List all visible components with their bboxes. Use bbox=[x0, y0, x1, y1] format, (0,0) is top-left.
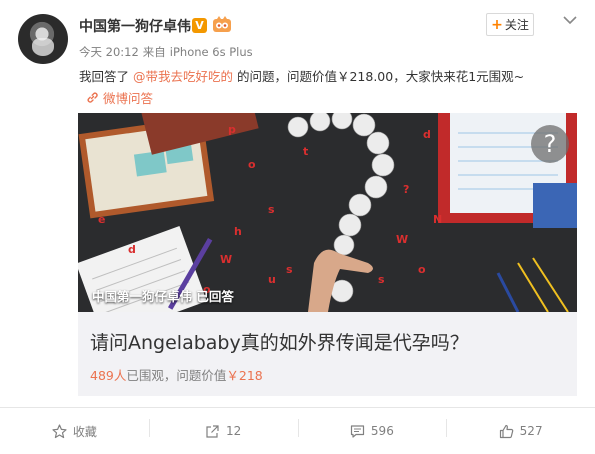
star-icon bbox=[52, 423, 67, 438]
question-card[interactable]: pos hWo t? W osN sed ud ? 中国第一狗仔卓伟 已回答 请问… bbox=[78, 113, 577, 396]
svg-text:s: s bbox=[286, 263, 293, 276]
question-title[interactable]: 请问Angelababy真的如外界传闻是代孕吗？ bbox=[90, 328, 469, 355]
svg-text:W: W bbox=[396, 233, 408, 246]
chevron-down-icon[interactable] bbox=[563, 15, 577, 25]
post-text-after: 的问题，问题价值￥218.00，大家快来花1元围观~ bbox=[233, 69, 525, 84]
svg-text:N: N bbox=[433, 213, 442, 226]
svg-text:o: o bbox=[248, 158, 256, 171]
username[interactable]: 中国第一狗仔卓伟 bbox=[79, 16, 191, 36]
svg-text:d: d bbox=[423, 128, 431, 141]
post-text: 我回答了 @带我去吃好吃的 的问题，问题价值￥218.00，大家快来花1元围观~ bbox=[79, 66, 524, 85]
viewer-suffix: 已围观，问题价值 bbox=[126, 368, 227, 383]
user-level-icon bbox=[213, 16, 231, 32]
svg-text:d: d bbox=[128, 243, 136, 256]
svg-text:e: e bbox=[98, 213, 105, 226]
vip-badge: V bbox=[192, 18, 207, 33]
post-time[interactable]: 今天 20:12 bbox=[79, 45, 139, 59]
follow-button[interactable]: + 关注 bbox=[486, 13, 534, 36]
post-text-before: 我回答了 bbox=[79, 69, 133, 84]
comment-count: 596 bbox=[370, 424, 394, 438]
post-meta: 今天 20:12 来自 iPhone 6s Plus bbox=[79, 44, 253, 60]
follow-label: 关注 bbox=[504, 18, 529, 32]
svg-text:o: o bbox=[418, 263, 426, 276]
like-icon bbox=[499, 424, 513, 438]
like-button[interactable]: 527 bbox=[446, 408, 595, 454]
question-image[interactable]: pos hWo t? W osN sed ud ? 中国第一狗仔卓伟 已回答 bbox=[78, 113, 577, 312]
desk-scene-illustration: pos hWo t?W osN sed ud bbox=[78, 113, 577, 312]
source-prefix: 来自 bbox=[142, 45, 166, 59]
question-stats: 489人已围观，问题价值￥218 bbox=[90, 365, 263, 384]
svg-text:h: h bbox=[234, 225, 242, 238]
svg-text:W: W bbox=[220, 253, 232, 266]
like-count: 527 bbox=[519, 424, 543, 438]
comment-icon bbox=[350, 424, 365, 438]
action-bar: 收藏 12 596 527 bbox=[0, 407, 595, 454]
svg-text:u: u bbox=[268, 273, 276, 286]
share-icon bbox=[206, 424, 219, 438]
favorite-label: 收藏 bbox=[72, 424, 97, 439]
svg-text:s: s bbox=[378, 273, 385, 286]
plus-icon: + bbox=[491, 16, 503, 33]
mention-link[interactable]: @带我去吃好吃的 bbox=[133, 69, 233, 84]
question-mark-icon[interactable]: ? bbox=[531, 125, 569, 163]
svg-text:?: ? bbox=[403, 183, 409, 196]
share-count: 12 bbox=[225, 424, 242, 438]
viewer-count: 489人 bbox=[90, 368, 127, 383]
answered-caption: 中国第一狗仔卓伟 已回答 bbox=[92, 289, 234, 304]
share-button[interactable]: 12 bbox=[148, 408, 298, 454]
link-icon bbox=[87, 92, 98, 103]
svg-text:p: p bbox=[228, 123, 236, 136]
avatar[interactable] bbox=[18, 14, 68, 64]
favorite-button[interactable]: 收藏 bbox=[0, 408, 149, 454]
weibo-qa-link[interactable]: 微博问答 bbox=[86, 88, 153, 107]
post-source[interactable]: iPhone 6s Plus bbox=[170, 45, 253, 59]
svg-text:t: t bbox=[303, 145, 308, 158]
weibo-qa-label: 微博问答 bbox=[103, 91, 154, 106]
svg-text:s: s bbox=[268, 203, 275, 216]
question-value: ￥218 bbox=[226, 368, 263, 383]
comment-button[interactable]: 596 bbox=[297, 408, 447, 454]
